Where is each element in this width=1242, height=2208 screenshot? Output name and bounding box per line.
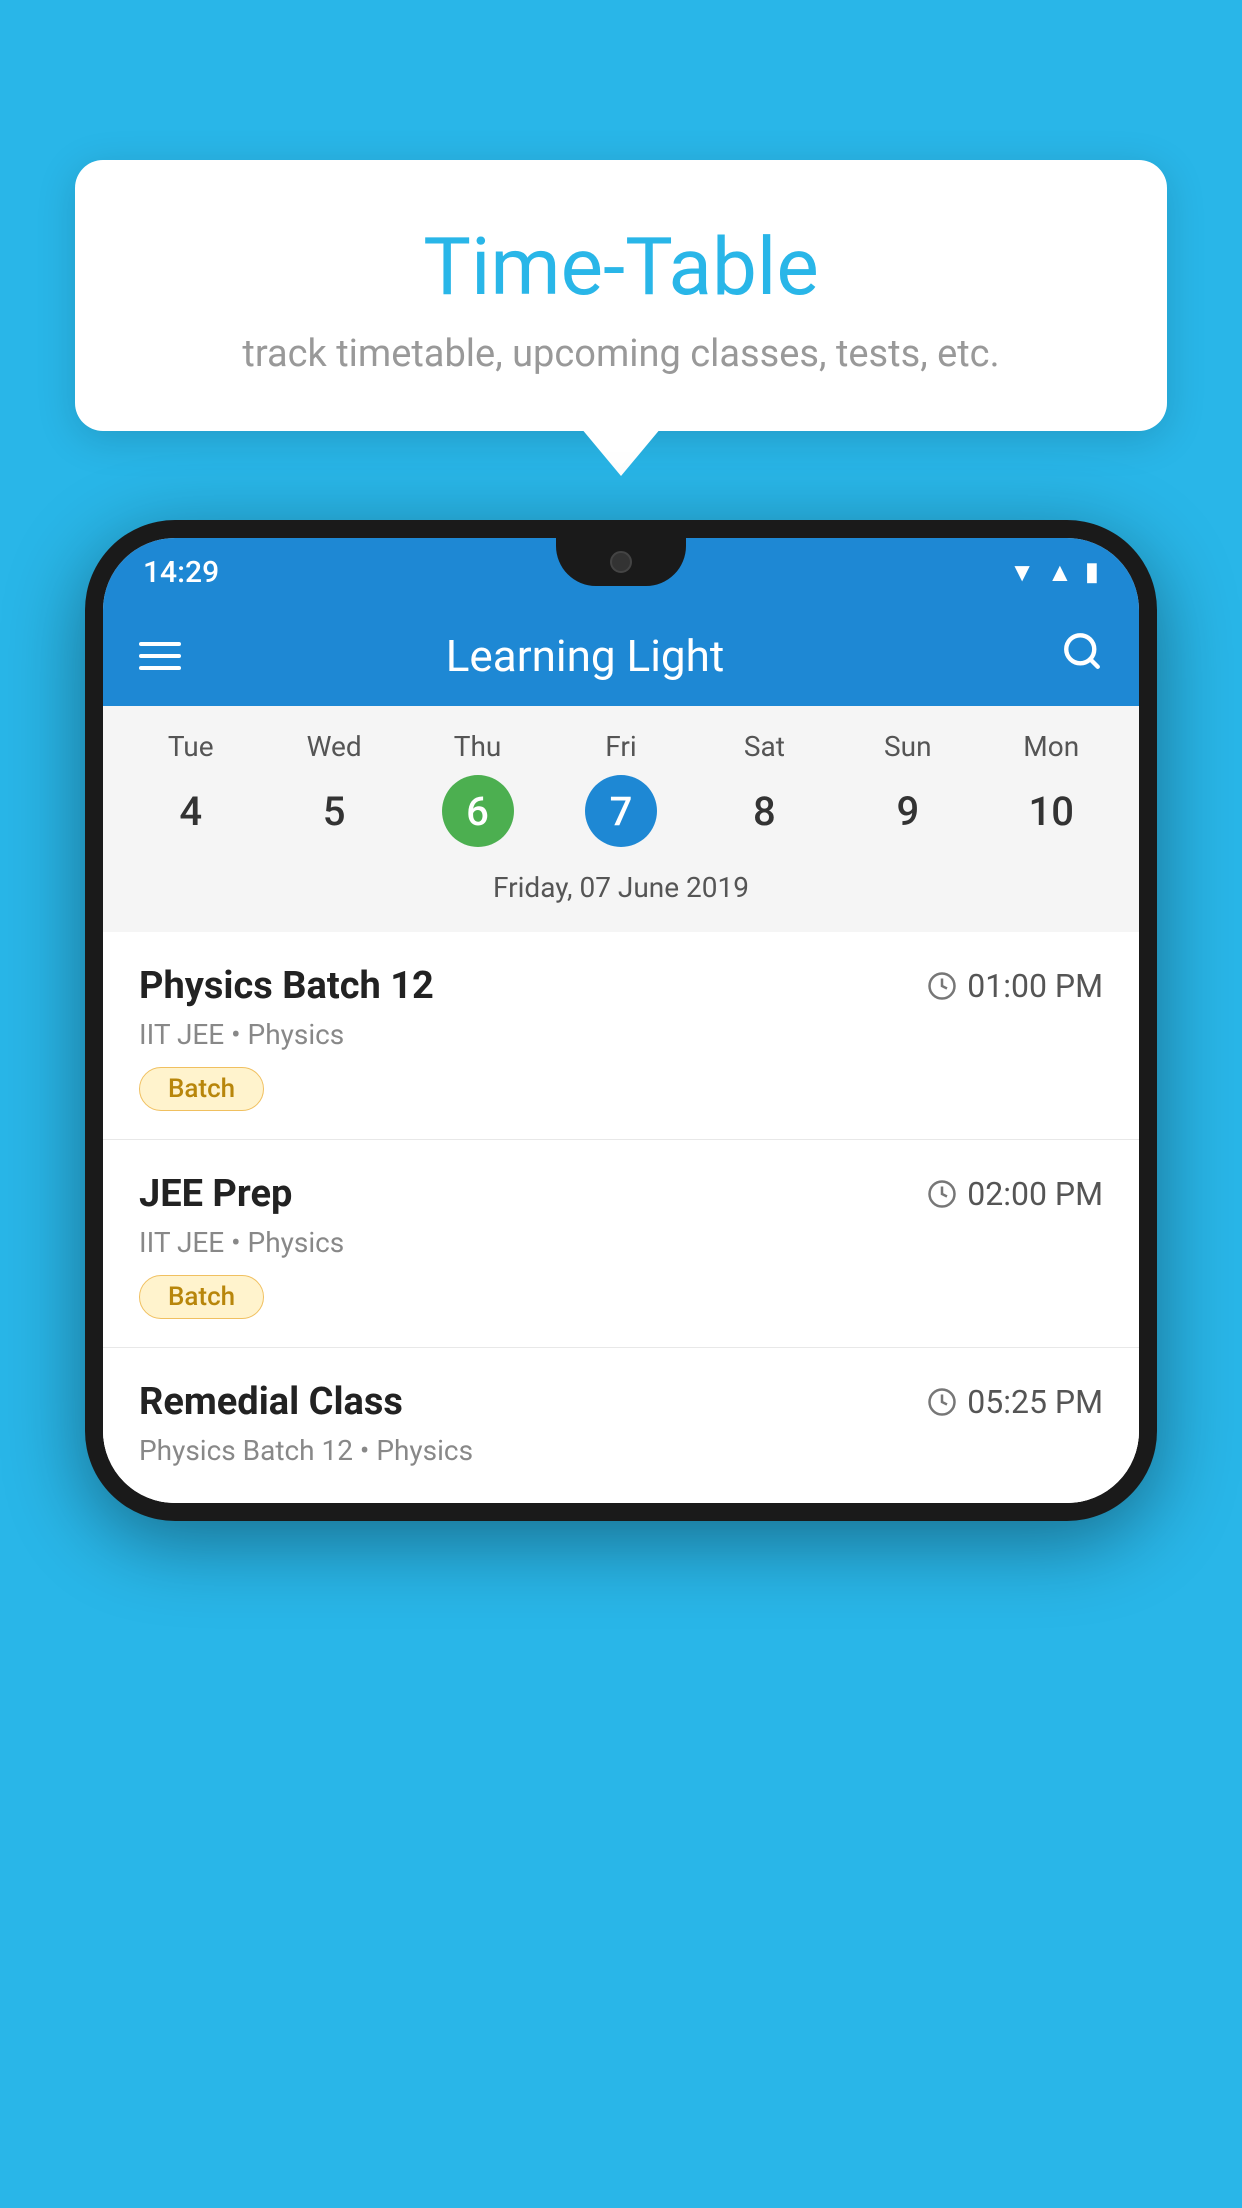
- status-icons: ▼ ▲ ▮: [1009, 557, 1099, 588]
- time-text: 01:00 PM: [967, 967, 1103, 1005]
- status-time: 14:29: [143, 555, 219, 590]
- selected-date-label: Friday, 07 June 2019: [119, 863, 1123, 916]
- schedule-item[interactable]: Physics Batch 12 01:00 PM IIT JEE • Physic…: [103, 932, 1139, 1140]
- item-title: Physics Batch 12: [139, 964, 434, 1008]
- search-button[interactable]: [1061, 630, 1103, 683]
- battery-icon: ▮: [1085, 557, 1099, 587]
- item-header: Physics Batch 12 01:00 PM: [139, 964, 1103, 1008]
- notch: [556, 538, 686, 586]
- item-title: JEE Prep: [139, 1172, 292, 1216]
- day-number[interactable]: 6: [442, 775, 514, 847]
- clock-icon: [927, 1387, 957, 1417]
- app-bar: Learning Light: [103, 606, 1139, 706]
- day-col-8[interactable]: Sat 8: [693, 730, 836, 847]
- status-bar: 14:29 ▼ ▲ ▮: [103, 538, 1139, 606]
- phone-mockup: 14:29 ▼ ▲ ▮ Learning Light: [85, 520, 1157, 2208]
- item-subtitle: IIT JEE • Physics: [139, 1226, 1103, 1259]
- phone-outer: 14:29 ▼ ▲ ▮ Learning Light: [85, 520, 1157, 1521]
- item-time: 05:25 PM: [927, 1383, 1103, 1421]
- schedule-item[interactable]: Remedial Class 05:25 PM Physics Batch 12 •…: [103, 1348, 1139, 1503]
- days-row: Tue 4 Wed 5 Thu 6 Fri 7 Sat 8 Sun 9 Mon 10: [119, 730, 1123, 847]
- batch-badge: Batch: [139, 1275, 264, 1319]
- item-time: 02:00 PM: [927, 1175, 1103, 1213]
- time-text: 02:00 PM: [967, 1175, 1103, 1213]
- app-title: Learning Light: [139, 630, 1031, 682]
- day-name: Sat: [744, 730, 785, 763]
- day-col-9[interactable]: Sun 9: [836, 730, 979, 847]
- day-col-4[interactable]: Tue 4: [119, 730, 262, 847]
- phone-inner: 14:29 ▼ ▲ ▮ Learning Light: [103, 538, 1139, 1503]
- day-name: Tue: [168, 730, 214, 763]
- day-col-10[interactable]: Mon 10: [980, 730, 1123, 847]
- item-subtitle: Physics Batch 12 • Physics: [139, 1434, 1103, 1467]
- camera: [610, 551, 632, 573]
- day-name: Fri: [605, 730, 636, 763]
- day-col-5[interactable]: Wed 5: [262, 730, 405, 847]
- day-name: Thu: [454, 730, 502, 763]
- item-header: JEE Prep 02:00 PM: [139, 1172, 1103, 1216]
- wifi-icon: ▼: [1009, 557, 1035, 588]
- day-number[interactable]: 5: [298, 775, 370, 847]
- item-subtitle: IIT JEE • Physics: [139, 1018, 1103, 1051]
- item-header: Remedial Class 05:25 PM: [139, 1380, 1103, 1424]
- day-number[interactable]: 9: [872, 775, 944, 847]
- day-col-6[interactable]: Thu 6: [406, 730, 549, 847]
- tooltip-card: Time-Table track timetable, upcoming cla…: [75, 160, 1167, 431]
- item-time: 01:00 PM: [927, 967, 1103, 1005]
- time-text: 05:25 PM: [967, 1383, 1103, 1421]
- schedule-list: Physics Batch 12 01:00 PM IIT JEE • Physic…: [103, 932, 1139, 1503]
- item-title: Remedial Class: [139, 1380, 403, 1424]
- signal-icon: ▲: [1047, 557, 1073, 588]
- day-name: Wed: [307, 730, 362, 763]
- day-col-7[interactable]: Fri 7: [549, 730, 692, 847]
- tooltip-subtitle: track timetable, upcoming classes, tests…: [125, 332, 1117, 376]
- schedule-item[interactable]: JEE Prep 02:00 PM IIT JEE • Physics Batch: [103, 1140, 1139, 1348]
- day-name: Mon: [1023, 730, 1079, 763]
- day-number[interactable]: 7: [585, 775, 657, 847]
- batch-badge: Batch: [139, 1067, 264, 1111]
- day-number[interactable]: 8: [728, 775, 800, 847]
- calendar-strip: Tue 4 Wed 5 Thu 6 Fri 7 Sat 8 Sun 9 Mon 10 Friday, 07…: [103, 706, 1139, 932]
- clock-icon: [927, 971, 957, 1001]
- day-name: Sun: [884, 730, 932, 763]
- day-number[interactable]: 4: [155, 775, 227, 847]
- day-number[interactable]: 10: [1015, 775, 1087, 847]
- clock-icon: [927, 1179, 957, 1209]
- tooltip-title: Time-Table: [125, 220, 1117, 314]
